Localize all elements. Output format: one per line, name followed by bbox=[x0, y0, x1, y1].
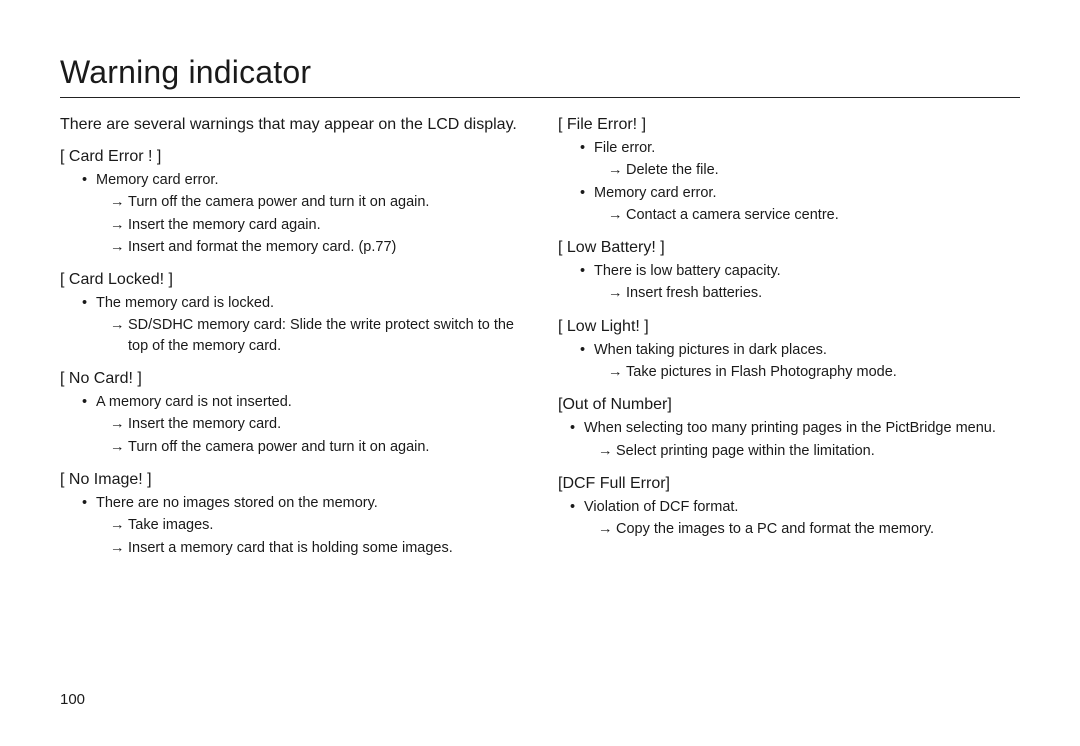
bullet-list: File error. Delete the file. Memory card… bbox=[580, 138, 1020, 225]
section-heading: [ No Image! ] bbox=[60, 471, 522, 489]
section-heading: [Out of Number] bbox=[558, 396, 1020, 414]
manual-page: Warning indicator There are several warn… bbox=[0, 0, 1080, 746]
bullet-list: The memory card is locked. SD/SDHC memor… bbox=[82, 293, 522, 356]
bullet-text: Violation of DCF format. bbox=[584, 499, 738, 515]
section-heading: [ Card Error ! ] bbox=[60, 148, 522, 166]
bullet-list: There is low battery capacity. Insert fr… bbox=[580, 261, 1020, 304]
arrow-list: Take images. Insert a memory card that i… bbox=[110, 515, 522, 558]
bullet-item: There are no images stored on the memory… bbox=[82, 493, 522, 558]
bullet-item: Memory card error. Contact a camera serv… bbox=[580, 183, 1020, 226]
section-heading: [ Low Battery! ] bbox=[558, 239, 1020, 257]
arrow-item: Contact a camera service centre. bbox=[608, 205, 1020, 225]
bullet-item: There is low battery capacity. Insert fr… bbox=[580, 261, 1020, 304]
bullet-list: Memory card error. Turn off the camera p… bbox=[82, 170, 522, 257]
page-title: Warning indicator bbox=[60, 54, 1020, 93]
arrow-item: Turn off the camera power and turn it on… bbox=[110, 192, 522, 212]
arrow-list: SD/SDHC memory card: Slide the write pro… bbox=[110, 315, 522, 356]
bullet-text: Memory card error. bbox=[96, 172, 218, 188]
arrow-list: Take pictures in Flash Photography mode. bbox=[608, 362, 1020, 382]
arrow-item: Insert and format the memory card. (p.77… bbox=[110, 237, 522, 257]
bullet-text: There are no images stored on the memory… bbox=[96, 495, 378, 511]
bullet-list: A memory card is not inserted. Insert th… bbox=[82, 392, 522, 457]
section-heading: [ File Error! ] bbox=[558, 116, 1020, 134]
arrow-item: Insert the memory card. bbox=[110, 414, 522, 434]
arrow-item: Take images. bbox=[110, 515, 522, 535]
bullet-item: File error. Delete the file. bbox=[580, 138, 1020, 181]
bullet-list: When taking pictures in dark places. Tak… bbox=[580, 340, 1020, 383]
bullet-item: When selecting too many printing pages i… bbox=[570, 418, 1020, 461]
arrow-list: Insert fresh batteries. bbox=[608, 283, 1020, 303]
bullet-list: When selecting too many printing pages i… bbox=[570, 418, 1020, 461]
arrow-item: Insert fresh batteries. bbox=[608, 283, 1020, 303]
bullet-text: When selecting too many printing pages i… bbox=[584, 420, 996, 436]
bullet-text: The memory card is locked. bbox=[96, 295, 274, 311]
right-column: [ File Error! ] File error. Delete the f… bbox=[558, 110, 1020, 560]
arrow-list: Turn off the camera power and turn it on… bbox=[110, 192, 522, 257]
bullet-text: There is low battery capacity. bbox=[594, 263, 781, 279]
content-columns: There are several warnings that may appe… bbox=[60, 110, 1020, 560]
bullet-text: Memory card error. bbox=[594, 185, 716, 201]
bullet-item: Violation of DCF format. Copy the images… bbox=[570, 497, 1020, 540]
arrow-list: Copy the images to a PC and format the m… bbox=[598, 519, 1020, 539]
bullet-list: There are no images stored on the memory… bbox=[82, 493, 522, 558]
bullet-text: File error. bbox=[594, 140, 655, 156]
bullet-item: A memory card is not inserted. Insert th… bbox=[82, 392, 522, 457]
arrow-item: SD/SDHC memory card: Slide the write pro… bbox=[110, 315, 522, 356]
bullet-item: Memory card error. Turn off the camera p… bbox=[82, 170, 522, 257]
title-rule bbox=[60, 97, 1020, 98]
section-heading: [ Low Light! ] bbox=[558, 318, 1020, 336]
arrow-item: Delete the file. bbox=[608, 160, 1020, 180]
arrow-list: Contact a camera service centre. bbox=[608, 205, 1020, 225]
bullet-item: The memory card is locked. SD/SDHC memor… bbox=[82, 293, 522, 356]
arrow-list: Insert the memory card. Turn off the cam… bbox=[110, 414, 522, 457]
arrow-item: Select printing page within the limitati… bbox=[598, 441, 1020, 461]
page-number: 100 bbox=[60, 691, 85, 708]
bullet-text: When taking pictures in dark places. bbox=[594, 342, 827, 358]
arrow-list: Select printing page within the limitati… bbox=[598, 441, 1020, 461]
section-heading: [DCF Full Error] bbox=[558, 475, 1020, 493]
arrow-item: Copy the images to a PC and format the m… bbox=[598, 519, 1020, 539]
arrow-item: Turn off the camera power and turn it on… bbox=[110, 437, 522, 457]
section-heading: [ No Card! ] bbox=[60, 370, 522, 388]
section-heading: [ Card Locked! ] bbox=[60, 271, 522, 289]
intro-text: There are several warnings that may appe… bbox=[60, 116, 522, 134]
arrow-item: Take pictures in Flash Photography mode. bbox=[608, 362, 1020, 382]
arrow-item: Insert a memory card that is holding som… bbox=[110, 538, 522, 558]
bullet-list: Violation of DCF format. Copy the images… bbox=[570, 497, 1020, 540]
left-column: There are several warnings that may appe… bbox=[60, 110, 522, 560]
arrow-list: Delete the file. bbox=[608, 160, 1020, 180]
bullet-text: A memory card is not inserted. bbox=[96, 394, 292, 410]
arrow-item: Insert the memory card again. bbox=[110, 215, 522, 235]
bullet-item: When taking pictures in dark places. Tak… bbox=[580, 340, 1020, 383]
